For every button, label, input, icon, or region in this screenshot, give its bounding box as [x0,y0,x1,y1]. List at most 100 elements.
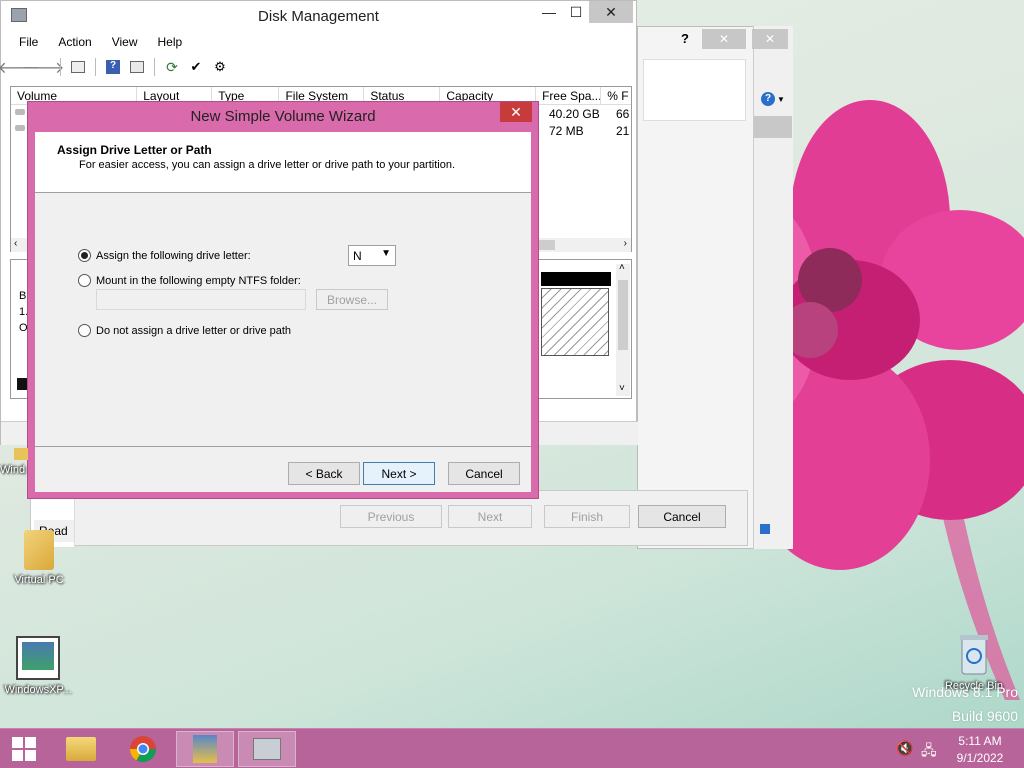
background-pane [643,59,746,121]
windows-logo-icon [12,737,36,761]
close-icon: ✕ [764,32,776,46]
scroll-thumb-vertical[interactable] [618,280,628,350]
chevron-down-icon: ▼ [381,248,391,259]
drive-icon [15,109,25,115]
properties-icon[interactable] [127,57,147,77]
computer-icon [16,636,60,680]
no-letter-option[interactable]: Do not assign a drive letter or drive pa… [78,324,291,337]
scroll-up-icon[interactable]: ˄ [619,262,625,273]
network-icon[interactable]: 🖧 [921,740,937,764]
close-icon: ✕ [605,3,617,20]
drive-icon [15,125,25,131]
menu-file[interactable]: File [9,32,48,52]
toolbar: 🡐 🡒 ? ⟳ ✔ ⚙ [0,55,230,79]
desktop-icon-label: WindowsXP... [4,684,72,696]
maximize-icon: ☐ [569,3,583,20]
browse-button[interactable]: Browse... [316,289,388,310]
back-button[interactable]: < Back [288,462,360,485]
unallocated-partition[interactable] [541,288,609,356]
refresh-icon[interactable]: ⟳ [162,57,182,77]
maximize-button[interactable]: ☐ [564,1,588,23]
help-book-icon[interactable]: ? [103,57,123,77]
vertical-scrollbar[interactable]: ˄ ˅ [616,262,630,396]
desktop-icon-recycle-bin[interactable]: Recycle Bin [936,632,1012,692]
previous-button[interactable]: Previous [340,505,442,528]
minimize-icon: — [542,4,556,20]
menu-help[interactable]: Help [148,32,193,52]
start-button[interactable] [0,731,48,767]
radio-no-letter[interactable] [78,324,91,337]
wizard-footer-divider [35,446,531,447]
col-percent-free[interactable]: % F [601,87,631,104]
row-2-percent-free: 21 [616,124,630,138]
help-question-icon[interactable]: ? [681,31,689,46]
taskbar-setup-app[interactable] [176,731,234,767]
next-button-outer[interactable]: Next [448,505,532,528]
desktop-icon-virtual-pc[interactable]: Virtual PC [1,530,77,586]
new-simple-volume-wizard: New Simple Volume Wizard ✕ Assign Drive … [27,101,539,499]
resize-grip-icon[interactable] [756,520,786,542]
desktop-icon-wind[interactable]: Wind [0,448,40,476]
minimize-button[interactable]: — [537,1,561,23]
next-button[interactable]: Next > [363,462,435,485]
cancel-button[interactable]: Cancel [448,462,520,485]
chrome-icon [129,736,157,763]
cancel-button-outer[interactable]: Cancel [638,505,726,528]
desktop-icon-windowsxp[interactable]: WindowsXP... [0,636,76,696]
desktop-icon-label: Wind [0,464,26,476]
col-free-space[interactable]: Free Spa... [536,87,602,104]
close-icon: ✕ [718,32,730,46]
speaker-muted-icon[interactable]: 🔇 [896,740,913,757]
assign-letter-option[interactable]: Assign the following drive letter: [78,249,251,262]
view-icon[interactable] [68,57,88,77]
folder-path-input[interactable] [96,289,306,310]
row-1-percent-free: 66 [616,107,630,121]
help-icon[interactable]: ? ▼ [754,88,792,110]
wizard-header: Assign Drive Letter or Path For easier a… [35,132,531,193]
disk-management-icon [253,738,281,760]
taskbar-disk-management[interactable] [238,731,296,767]
menu-action[interactable]: Action [48,32,101,52]
titlebar[interactable]: Disk Management — ☐ ✕ [1,1,636,31]
background-close-button[interactable]: ✕ [702,29,746,49]
taskbar-file-explorer[interactable] [52,731,110,767]
wizard-subtitle: For easier access, you can assign a driv… [79,159,456,171]
taskbar-chrome[interactable] [114,731,172,767]
finish-button[interactable]: Finish [544,505,630,528]
mount-folder-option[interactable]: Mount in the following empty NTFS folder… [78,274,301,287]
disk-label-b: B [19,290,27,302]
scroll-down-icon[interactable]: ˅ [619,383,625,394]
partition-header-bar [541,272,611,286]
clock-date[interactable]: 9/1/2022 [950,751,1010,765]
background-close-button-2[interactable]: ✕ [752,29,788,49]
os-watermark-line2: Build 9600 [951,708,1018,724]
radio-mount-folder[interactable] [78,274,91,287]
wizard-body: Assign Drive Letter or Path For easier a… [35,132,531,492]
toolbar-separator [60,58,61,76]
recycle-bin-icon [958,632,990,676]
os-watermark-line1: Windows 8.1 Pro [912,684,1018,700]
scroll-left-icon[interactable]: ‹ [14,238,17,249]
forward-arrow-icon[interactable]: 🡒 [22,57,65,77]
menu-view[interactable]: View [102,32,148,52]
row-1-free-space: 40.20 GB [549,107,600,121]
clock-time[interactable]: 5:11 AM [950,734,1010,748]
assign-letter-label: Assign the following drive letter: [96,249,251,262]
side-tab [754,116,792,138]
wizard-title: New Simple Volume Wizard [190,108,376,125]
wizard-close-button[interactable]: ✕ [500,102,532,122]
mount-folder-label: Mount in the following empty NTFS folder… [96,274,301,287]
drive-letter-value: N [353,248,362,263]
no-letter-label: Do not assign a drive letter or drive pa… [96,324,292,337]
menubar: File Action View Help [9,32,192,52]
taskbar: 🔇 🖧 5:11 AM 9/1/2022 [0,728,1024,768]
background-help-window: ? ▼ [753,26,793,549]
scroll-right-icon[interactable]: › [624,238,627,249]
settings-icon[interactable]: ⚙ [210,57,230,77]
close-button[interactable]: ✕ [589,1,633,23]
check-icon[interactable]: ✔ [186,57,206,77]
radio-assign-letter[interactable] [78,249,91,262]
drive-letter-select[interactable]: N ▼ [348,245,396,266]
close-icon: ✕ [510,103,522,120]
folder-icon [24,530,54,570]
